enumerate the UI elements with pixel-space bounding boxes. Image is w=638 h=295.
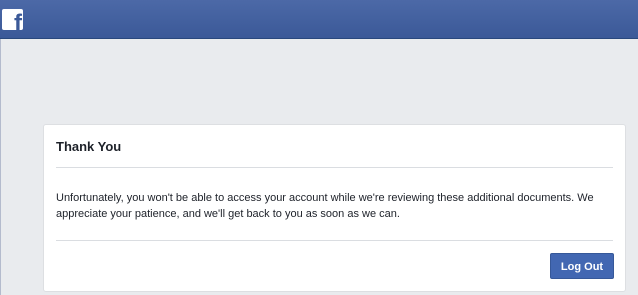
facebook-logo-icon[interactable]: f (2, 9, 23, 30)
title-divider (56, 167, 613, 168)
thank-you-card: Thank You Unfortunately, you won't be ab… (43, 124, 626, 292)
log-out-button[interactable]: Log Out (550, 253, 614, 279)
top-navigation-bar: f (0, 0, 638, 39)
footer-divider (56, 240, 613, 241)
card-message: Unfortunately, you won't be able to acce… (56, 192, 594, 220)
facebook-logo-glyph: f (14, 10, 22, 31)
card-title: Thank You (56, 139, 122, 154)
left-edge-border (0, 39, 1, 295)
